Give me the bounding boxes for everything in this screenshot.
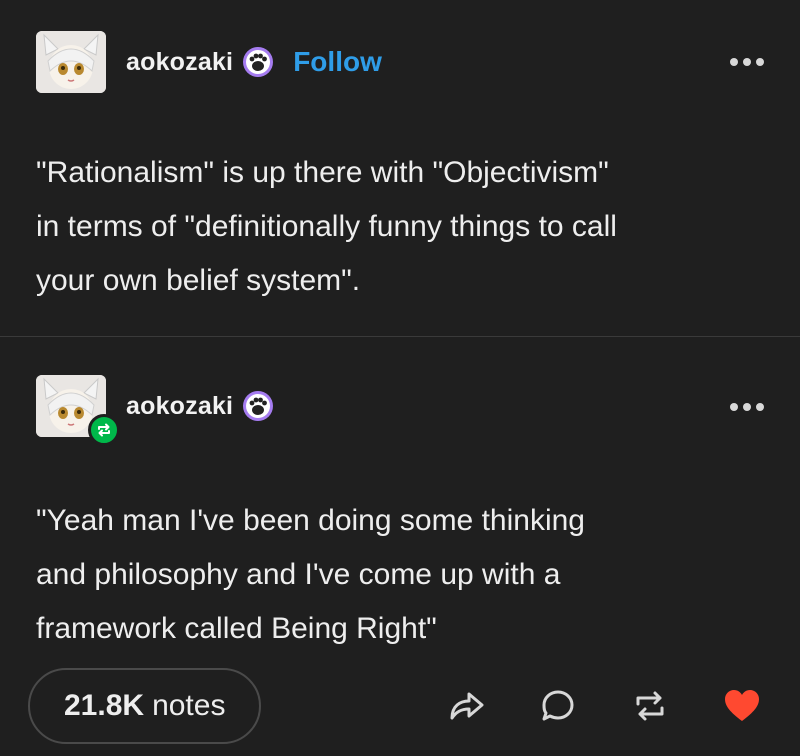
- more-options-icon[interactable]: [730, 401, 764, 413]
- reblog-icon: [88, 414, 120, 446]
- notes-label: notes: [152, 689, 226, 722]
- post-footer: 21.8K notes: [28, 666, 764, 746]
- post-header: aokozaki Follow: [36, 30, 382, 94]
- action-bar: [396, 684, 764, 728]
- like-icon[interactable]: [720, 684, 764, 728]
- paw-badge-icon: [241, 389, 275, 423]
- reply-icon[interactable]: [536, 684, 580, 728]
- notes-button[interactable]: 21.8K notes: [28, 668, 262, 744]
- more-options-icon[interactable]: [730, 56, 764, 68]
- reblog-header: aokozaki: [36, 374, 275, 438]
- post-text: "Rationalism" is up there with "Objectiv…: [36, 156, 617, 297]
- reblog-icon[interactable]: [628, 684, 672, 728]
- divider: [0, 336, 800, 337]
- username[interactable]: aokozaki: [126, 392, 233, 421]
- username[interactable]: aokozaki: [126, 48, 233, 77]
- paw-badge-icon: [241, 45, 275, 79]
- follow-button[interactable]: Follow: [293, 46, 382, 78]
- notes-count: 21.8K: [64, 689, 145, 722]
- post-text: "Yeah man I've been doing some thinking …: [36, 504, 585, 645]
- avatar[interactable]: [36, 31, 106, 93]
- share-icon[interactable]: [444, 684, 488, 728]
